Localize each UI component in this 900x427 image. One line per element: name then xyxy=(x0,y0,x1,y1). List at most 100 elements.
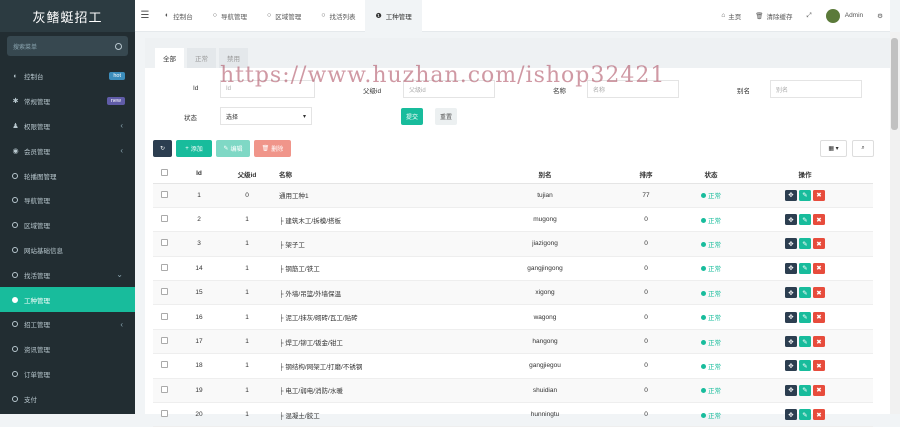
table-row[interactable]: 20 1 ├ 混凝土/胶工 hunningtu 0 正常 ✥ ✎ ✖ xyxy=(153,402,873,427)
delete-row-icon[interactable]: ✖ xyxy=(813,311,825,323)
edit-row-icon[interactable]: ✎ xyxy=(799,214,811,226)
settings-icon[interactable]: ⚙ xyxy=(870,12,890,20)
delete-row-icon[interactable]: ✖ xyxy=(813,262,825,274)
row-checkbox[interactable] xyxy=(160,190,168,198)
drag-sort-icon[interactable]: ✥ xyxy=(785,189,797,201)
table-row[interactable]: 19 1 ├ 电工/弱电/消防/水暖 shuidian 0 正常 ✥ ✎ ✖ xyxy=(153,378,873,404)
clear-cache-button[interactable]: 🗑 清除缓存 xyxy=(748,11,799,21)
cell-status[interactable]: 正常 xyxy=(685,329,737,355)
col-sort[interactable]: 排序 xyxy=(607,165,685,184)
edit-row-icon[interactable]: ✎ xyxy=(799,189,811,201)
select-all-checkbox[interactable] xyxy=(160,169,168,177)
cell-status[interactable]: 正常 xyxy=(685,231,737,257)
scrollbar-thumb[interactable] xyxy=(891,38,898,130)
sidebar-item-12[interactable]: 订单管理 xyxy=(0,362,135,387)
edit-button[interactable]: ✎ 编辑 xyxy=(216,140,250,157)
drag-sort-icon[interactable]: ✥ xyxy=(785,238,797,250)
top-tab-2[interactable]: ○ 区域管理 xyxy=(257,0,311,32)
col-alias[interactable]: 别名 xyxy=(483,165,607,184)
delete-button[interactable]: 🗑 删除 xyxy=(254,140,291,157)
edit-row-icon[interactable]: ✎ xyxy=(799,262,811,274)
pid-input[interactable]: 父级id xyxy=(403,80,495,98)
sidebar-item-13[interactable]: 支付 xyxy=(0,386,135,411)
table-row[interactable]: 14 1 ├ 钢筋工/铁工 gangjingong 0 正常 ✥ ✎ ✖ xyxy=(153,256,873,282)
row-checkbox[interactable] xyxy=(160,361,168,369)
col-status[interactable]: 状态 xyxy=(685,165,737,184)
sidebar-item-4[interactable]: 轮播图管理 xyxy=(0,163,135,188)
submit-button[interactable]: 提交 xyxy=(401,108,423,125)
tab-normal[interactable]: 正常 xyxy=(187,48,216,68)
tab-all[interactable]: 全部 xyxy=(155,48,184,68)
fullscreen-icon[interactable]: ⤢ xyxy=(800,12,819,20)
table-row[interactable]: 17 1 ├ 焊工/铆工/钣金/钳工 hangong 0 正常 ✥ ✎ ✖ xyxy=(153,329,873,355)
search-icon[interactable] xyxy=(115,42,122,50)
tab-disabled[interactable]: 禁用 xyxy=(219,48,248,68)
cell-status[interactable]: 正常 xyxy=(685,207,737,233)
cell-status[interactable]: 正常 xyxy=(685,183,737,208)
edit-row-icon[interactable]: ✎ xyxy=(799,287,811,299)
add-button[interactable]: + 添加 xyxy=(176,140,212,157)
alias-input[interactable]: 别名 xyxy=(770,80,862,98)
delete-row-icon[interactable]: ✖ xyxy=(813,238,825,250)
menu-toggle-icon[interactable]: ☰ xyxy=(135,10,155,21)
sidebar-search-input[interactable]: 搜索菜单 xyxy=(13,42,37,51)
edit-row-icon[interactable]: ✎ xyxy=(799,311,811,323)
columns-button[interactable]: ▦ ▾ xyxy=(820,140,847,157)
row-checkbox[interactable] xyxy=(160,312,168,320)
row-checkbox[interactable] xyxy=(160,288,168,296)
sidebar-item-9[interactable]: 工种管理 xyxy=(0,287,135,312)
edit-row-icon[interactable]: ✎ xyxy=(799,384,811,396)
sidebar-item-3[interactable]: ◉ 会员管理 ‹ xyxy=(0,138,135,163)
page-scrollbar[interactable] xyxy=(890,32,900,414)
row-checkbox[interactable] xyxy=(160,337,168,345)
col-id[interactable]: Id xyxy=(175,165,223,184)
edit-row-icon[interactable]: ✎ xyxy=(799,409,811,421)
drag-sort-icon[interactable]: ✥ xyxy=(785,214,797,226)
top-tab-0[interactable]: ◐ 控制台 xyxy=(155,0,203,32)
top-tab-3[interactable]: ○ 找活列表 xyxy=(311,0,365,32)
sidebar-item-1[interactable]: ✱ 常规管理 new xyxy=(0,89,135,114)
name-input[interactable]: 名称 xyxy=(587,80,679,98)
delete-row-icon[interactable]: ✖ xyxy=(813,409,825,421)
sidebar-item-11[interactable]: 资讯管理 xyxy=(0,337,135,362)
drag-sort-icon[interactable]: ✥ xyxy=(785,262,797,274)
sidebar-search[interactable]: 搜索菜单 xyxy=(7,36,128,56)
drag-sort-icon[interactable]: ✥ xyxy=(785,287,797,299)
delete-row-icon[interactable]: ✖ xyxy=(813,189,825,201)
col-name[interactable]: 名称 xyxy=(271,165,483,184)
delete-row-icon[interactable]: ✖ xyxy=(813,360,825,372)
drag-sort-icon[interactable]: ✥ xyxy=(785,360,797,372)
home-link[interactable]: ⌂ 主页 xyxy=(714,11,748,21)
drag-sort-icon[interactable]: ✥ xyxy=(785,311,797,323)
table-row[interactable]: 1 0 通用工种1 tujian 77 正常 ✥ ✎ ✖ xyxy=(153,183,873,208)
row-checkbox[interactable] xyxy=(160,239,168,247)
user-menu[interactable]: Admin xyxy=(819,8,870,23)
table-row[interactable]: 2 1 ├ 建筑木工/拆模/搭板 mugong 0 正常 ✥ ✎ ✖ xyxy=(153,207,873,233)
cell-status[interactable]: 正常 xyxy=(685,304,737,330)
top-tab-1[interactable]: ○ 导航管理 xyxy=(203,0,257,32)
edit-row-icon[interactable]: ✎ xyxy=(799,360,811,372)
cell-status[interactable]: 正常 xyxy=(685,378,737,404)
sidebar-item-6[interactable]: 区域管理 xyxy=(0,213,135,238)
cell-status[interactable]: 正常 xyxy=(685,402,737,427)
cell-status[interactable]: 正常 xyxy=(685,353,737,379)
sidebar-item-2[interactable]: ♟ 权限管理 ‹ xyxy=(0,114,135,139)
refresh-button[interactable]: ↻ xyxy=(153,140,172,157)
table-row[interactable]: 18 1 ├ 钢结构/网架工/打磨/不锈钢 gangjiegou 0 正常 ✥ ✎ ✖ xyxy=(153,353,873,379)
drag-sort-icon[interactable]: ✥ xyxy=(785,384,797,396)
delete-row-icon[interactable]: ✖ xyxy=(813,384,825,396)
reset-button[interactable]: 重置 xyxy=(435,108,457,125)
table-row[interactable]: 3 1 ├ 架子工 jiazigong 0 正常 ✥ ✎ ✖ xyxy=(153,231,873,257)
row-checkbox[interactable] xyxy=(160,263,168,271)
sidebar-item-7[interactable]: 网站基础信息 xyxy=(0,238,135,263)
delete-row-icon[interactable]: ✖ xyxy=(813,287,825,299)
sidebar-item-8[interactable]: 找活管理 ⌄ xyxy=(0,262,135,287)
edit-row-icon[interactable]: ✎ xyxy=(799,336,811,348)
drag-sort-icon[interactable]: ✥ xyxy=(785,409,797,421)
table-row[interactable]: 15 1 ├ 外墙/吊篮/外墙保温 xigong 0 正常 ✥ ✎ ✖ xyxy=(153,280,873,306)
id-input[interactable]: Id xyxy=(220,80,315,98)
col-pid[interactable]: 父级id xyxy=(223,165,271,184)
status-select[interactable]: 选择 ▾ xyxy=(220,107,312,125)
row-checkbox[interactable] xyxy=(160,385,168,393)
delete-row-icon[interactable]: ✖ xyxy=(813,214,825,226)
